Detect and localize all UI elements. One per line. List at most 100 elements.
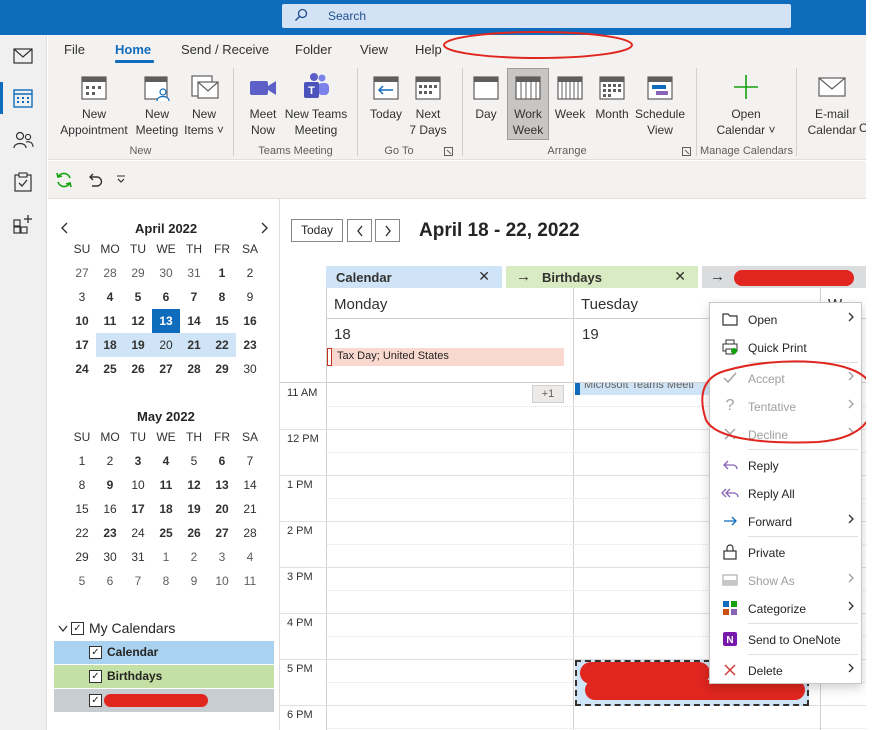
prev-month-icon[interactable] bbox=[60, 222, 70, 234]
new-items-button[interactable]: New Items ˅ bbox=[182, 72, 226, 138]
birthdays-checkbox[interactable]: ✓ bbox=[89, 670, 102, 683]
date-cell[interactable]: 5 bbox=[124, 285, 152, 309]
date-cell[interactable]: 15 bbox=[208, 309, 236, 333]
work-week-view-button[interactable]: Work Week bbox=[508, 72, 548, 138]
menu-item-forward[interactable]: Forward bbox=[710, 507, 863, 535]
date-cell[interactable]: 26 bbox=[124, 357, 152, 381]
date-cell[interactable]: 3 bbox=[124, 449, 152, 473]
date-cell[interactable]: 10 bbox=[124, 473, 152, 497]
new-teams-meeting-button[interactable]: T New Teams Meeting bbox=[284, 72, 348, 138]
apps-icon[interactable] bbox=[10, 211, 36, 237]
tab-home[interactable]: Home bbox=[115, 42, 151, 57]
close-icon[interactable]: ✕ bbox=[478, 268, 490, 285]
date-cell[interactable]: 20 bbox=[208, 497, 236, 521]
menu-item-open[interactable]: Open bbox=[710, 305, 863, 333]
date-cell[interactable]: 1 bbox=[68, 449, 96, 473]
date-cell[interactable]: 28 bbox=[96, 261, 124, 285]
date-cell[interactable]: 4 bbox=[152, 449, 180, 473]
teams-meeting-event[interactable]: Microsoft Teams Meeti bbox=[575, 383, 709, 395]
next-month-icon[interactable] bbox=[259, 222, 269, 234]
date-cell[interactable]: 25 bbox=[152, 521, 180, 545]
date-cell[interactable]: 27 bbox=[152, 357, 180, 381]
date-cell[interactable]: 28 bbox=[236, 521, 264, 545]
today-button[interactable]: Today bbox=[366, 72, 406, 122]
date-cell[interactable]: 2 bbox=[96, 449, 124, 473]
date-cell[interactable]: 22 bbox=[208, 333, 236, 357]
date-cell[interactable]: 6 bbox=[208, 449, 236, 473]
schedule-view-button[interactable]: Schedule View bbox=[634, 72, 686, 138]
date-cell[interactable]: 27 bbox=[208, 521, 236, 545]
more-events-button[interactable]: +1 bbox=[532, 385, 564, 403]
week-view-button[interactable]: Week bbox=[550, 72, 590, 122]
tab-help[interactable]: Help bbox=[415, 42, 442, 57]
tab-view[interactable]: View bbox=[360, 42, 388, 57]
close-icon[interactable]: ✕ bbox=[674, 268, 686, 285]
date-cell[interactable]: 12 bbox=[124, 309, 152, 333]
date-cell[interactable]: 24 bbox=[68, 357, 96, 381]
menu-item-reply-all[interactable]: Reply All bbox=[710, 479, 863, 507]
date-cell[interactable]: 8 bbox=[68, 473, 96, 497]
date-cell[interactable]: 16 bbox=[236, 309, 264, 333]
date-cell[interactable]: 23 bbox=[236, 333, 264, 357]
date-cell[interactable]: 29 bbox=[124, 261, 152, 285]
shared-calendar-checkbox[interactable]: ✓ bbox=[89, 694, 102, 707]
date-cell[interactable]: 18 bbox=[96, 333, 124, 357]
collapse-chevron-icon[interactable] bbox=[58, 625, 68, 633]
date-cell[interactable]: 17 bbox=[124, 497, 152, 521]
date-cell[interactable]: 19 bbox=[124, 333, 152, 357]
date-cell[interactable]: 15 bbox=[68, 497, 96, 521]
date-cell[interactable]: 30 bbox=[236, 357, 264, 381]
date-cell[interactable]: 17 bbox=[68, 333, 96, 357]
date-cell[interactable]: 6 bbox=[96, 569, 124, 593]
date-cell[interactable]: 1 bbox=[152, 545, 180, 569]
dialog-launcher-icon[interactable] bbox=[444, 147, 453, 156]
calendar-row-birthdays[interactable]: ✓ Birthdays bbox=[54, 665, 274, 688]
date-cell[interactable]: 13 bbox=[152, 309, 180, 333]
date-cell[interactable]: 14 bbox=[236, 473, 264, 497]
date-cell[interactable]: 10 bbox=[208, 569, 236, 593]
date-cell[interactable]: 29 bbox=[68, 545, 96, 569]
tab-send-receive[interactable]: Send / Receive bbox=[181, 42, 269, 57]
date-cell[interactable]: 8 bbox=[208, 285, 236, 309]
prev-week-button[interactable] bbox=[347, 219, 372, 242]
date-cell[interactable]: 20 bbox=[152, 333, 180, 357]
date-cell[interactable]: 2 bbox=[180, 545, 208, 569]
date-cell[interactable]: 3 bbox=[208, 545, 236, 569]
open-calendar-button[interactable]: Open Calendar ˅ bbox=[708, 72, 784, 138]
date-cell[interactable]: 31 bbox=[180, 261, 208, 285]
calendar-checkbox[interactable]: ✓ bbox=[89, 646, 102, 659]
date-cell[interactable]: 9 bbox=[236, 285, 264, 309]
date-cell[interactable]: 4 bbox=[96, 285, 124, 309]
date-cell[interactable]: 3 bbox=[68, 285, 96, 309]
date-cell[interactable]: 25 bbox=[96, 357, 124, 381]
date-cell[interactable]: 11 bbox=[236, 569, 264, 593]
mail-icon[interactable] bbox=[10, 43, 36, 69]
date-cell[interactable]: 13 bbox=[208, 473, 236, 497]
date-cell[interactable]: 14 bbox=[180, 309, 208, 333]
next-week-button[interactable] bbox=[375, 219, 400, 242]
date-cell[interactable]: 27 bbox=[68, 261, 96, 285]
date-cell[interactable]: 23 bbox=[96, 521, 124, 545]
people-icon[interactable] bbox=[10, 127, 36, 153]
date-cell[interactable]: 9 bbox=[180, 569, 208, 593]
new-appointment-button[interactable]: New Appointment bbox=[56, 72, 132, 138]
tab-folder[interactable]: Folder bbox=[295, 42, 332, 57]
go-today-button[interactable]: Today bbox=[291, 219, 343, 242]
birthdays-tab[interactable]: → Birthdays ✕ bbox=[506, 266, 698, 288]
date-cell[interactable]: 18 bbox=[152, 497, 180, 521]
menu-item-private[interactable]: Private bbox=[710, 538, 863, 566]
date-cell[interactable]: 21 bbox=[180, 333, 208, 357]
calendar-icon[interactable] bbox=[10, 85, 36, 111]
date-cell[interactable]: 11 bbox=[152, 473, 180, 497]
date-cell[interactable]: 26 bbox=[180, 521, 208, 545]
tab-file[interactable]: File bbox=[64, 42, 85, 57]
date-cell[interactable]: 8 bbox=[152, 569, 180, 593]
month-view-button[interactable]: Month bbox=[592, 72, 632, 122]
customize-qat-icon[interactable] bbox=[116, 175, 126, 183]
date-cell[interactable]: 29 bbox=[208, 357, 236, 381]
date-cell[interactable]: 28 bbox=[180, 357, 208, 381]
date-cell[interactable]: 1 bbox=[208, 261, 236, 285]
date-cell[interactable]: 21 bbox=[236, 497, 264, 521]
date-cell[interactable]: 5 bbox=[180, 449, 208, 473]
date-cell[interactable]: 22 bbox=[68, 521, 96, 545]
